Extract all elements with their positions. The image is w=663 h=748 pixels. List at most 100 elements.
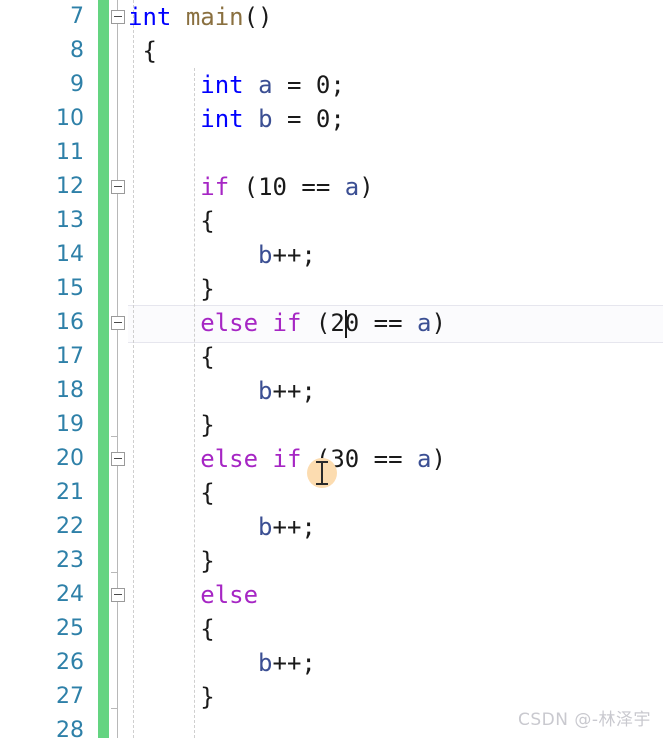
line-number[interactable]: 20 [0,442,88,476]
code-line[interactable]: { [128,340,663,374]
line-number[interactable]: 12 [0,170,88,204]
line-number[interactable]: 19 [0,408,88,442]
code-token: b [258,649,273,677]
code-token: = [272,71,316,99]
watermark-label: CSDN @-林泽宇 [517,710,651,730]
code-line[interactable]: else if (20 == a) [128,306,663,340]
code-token: } [128,411,215,439]
code-token: else if [200,309,302,337]
line-number[interactable]: 9 [0,68,88,102]
code-line[interactable]: b++; [128,238,663,272]
line-number[interactable]: 13 [0,204,88,238]
code-line[interactable]: { [128,612,663,646]
code-token: 0 [315,105,331,133]
line-number[interactable]: 26 [0,646,88,680]
line-number[interactable]: 27 [0,680,88,714]
code-line[interactable]: else [128,578,663,612]
code-line[interactable]: } [128,272,663,306]
line-number[interactable]: 8 [0,34,88,68]
mouse-ibeam-cursor-icon [315,461,329,485]
line-number[interactable]: 10 [0,102,88,136]
code-fold-toggle-icon[interactable] [111,10,125,24]
line-number[interactable]: 28 [0,714,88,748]
code-line[interactable]: b++; [128,510,663,544]
code-token: ) [431,309,446,337]
text-caret [344,310,347,338]
code-line[interactable]: } [128,408,663,442]
line-number[interactable]: 18 [0,374,88,408]
code-fold-toggle-icon[interactable] [111,588,125,602]
code-fold-rail [117,0,118,738]
code-line[interactable]: int a = 0; [128,68,663,102]
code-line[interactable] [128,136,663,170]
line-number[interactable]: 15 [0,272,88,306]
code-token: == [359,309,418,337]
line-number[interactable]: 14 [0,238,88,272]
code-fold-toggle-icon[interactable] [111,180,125,194]
code-token: ++; [272,513,316,541]
code-fold-toggle-icon[interactable] [111,316,125,330]
line-number[interactable]: 24 [0,578,88,612]
line-number[interactable]: 25 [0,612,88,646]
code-line[interactable]: { [128,476,663,510]
code-token: ; [330,105,345,133]
code-line[interactable]: int b = 0; [128,102,663,136]
code-token: { [128,37,157,65]
code-line[interactable]: int main() [128,0,663,34]
code-token: int [128,3,172,31]
code-token: { [128,207,215,235]
code-token: ++; [272,377,316,405]
code-token: else [200,581,259,609]
code-token: a [258,71,273,99]
editor-gutter: 7 8 9 10 11 12 13 14 15 16 17 18 19 20 21 22 23 24 25 26 27 2… [0,0,128,743]
code-editor[interactable]: 7 8 9 10 11 12 13 14 15 16 17 18 19 20 21 22 23 24 25 26 27 2… [0,0,663,743]
code-token: = [272,105,316,133]
code-fold-toggle-icon[interactable] [111,452,125,466]
code-token: a [344,173,360,201]
code-line[interactable]: if (10 == a) [128,170,663,204]
fold-rail-end-tick [111,708,118,709]
code-token: else if [200,445,302,473]
code-token: } [128,547,215,575]
line-number[interactable]: 7 [0,0,88,34]
code-token: int [200,71,244,99]
line-number[interactable]: 16 [0,306,88,340]
code-token: 10 [258,173,287,201]
code-token: { [128,343,215,371]
code-token: ( [229,173,259,201]
code-line[interactable]: b++; [128,646,663,680]
code-line[interactable]: } [128,544,663,578]
code-token: == [286,173,345,201]
code-line[interactable]: b++; [128,374,663,408]
code-line[interactable]: else if (30 == a) [128,442,663,476]
code-text-area[interactable]: int main() { int a = 0; int b = 0; if (1… [128,0,663,738]
code-token: () [243,3,273,31]
code-token: { [128,479,215,507]
line-number[interactable]: 17 [0,340,88,374]
line-number[interactable]: 23 [0,544,88,578]
code-token: if [200,173,230,201]
line-number[interactable]: 11 [0,136,88,170]
code-token: a [417,445,432,473]
code-line[interactable]: { [128,34,663,68]
code-token: 0 [315,71,331,99]
code-token: ++; [272,241,316,269]
code-token: { [128,615,215,643]
code-line[interactable]: { [128,204,663,238]
code-token: b [258,105,273,133]
fold-rail-end-tick [111,572,118,573]
line-number[interactable]: 22 [0,510,88,544]
line-number[interactable]: 21 [0,476,88,510]
code-token: ( [301,309,331,337]
